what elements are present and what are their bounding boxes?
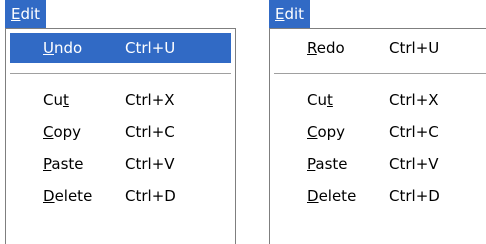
menu-item-label: Delete bbox=[307, 187, 357, 205]
edit-label-rest: dit bbox=[20, 5, 41, 23]
menu-item-paste[interactable]: Paste Ctrl+V bbox=[10, 149, 231, 179]
edit-menubar-item[interactable]: Edit bbox=[269, 0, 311, 28]
menu-item-shortcut: Ctrl+X bbox=[125, 91, 175, 109]
menu-item-shortcut: Ctrl+X bbox=[389, 91, 439, 109]
menu-item-redo[interactable]: Redo Ctrl+U bbox=[274, 33, 486, 63]
menu-item-undo[interactable]: Undo Ctrl+U bbox=[10, 33, 231, 63]
menu-item-shortcut: Ctrl+U bbox=[125, 39, 176, 57]
menu-item-cut[interactable]: Cut Ctrl+X bbox=[10, 85, 231, 115]
menu-item-shortcut: Ctrl+D bbox=[389, 187, 440, 205]
edit-label-rest: dit bbox=[284, 5, 305, 23]
menu-item-shortcut: Ctrl+C bbox=[389, 123, 439, 141]
edit-dropdown: Redo Ctrl+U Cut Ctrl+X Copy Ctrl+C Paste… bbox=[269, 28, 486, 244]
menu-item-copy[interactable]: Copy Ctrl+C bbox=[274, 117, 486, 147]
menu-item-label: Paste bbox=[307, 155, 348, 173]
menu-item-label: Redo bbox=[307, 39, 345, 57]
edit-dropdown: Undo Ctrl+U Cut Ctrl+X Copy Ctrl+C Paste… bbox=[5, 28, 236, 244]
menu-item-cut[interactable]: Cut Ctrl+X bbox=[274, 85, 486, 115]
menu-item-shortcut: Ctrl+D bbox=[125, 187, 176, 205]
menu-separator bbox=[274, 73, 486, 75]
menu-item-paste[interactable]: Paste Ctrl+V bbox=[274, 149, 486, 179]
edit-menubar-item[interactable]: Edit bbox=[5, 0, 47, 28]
menu-item-label: Copy bbox=[43, 123, 82, 141]
menu-item-shortcut: Ctrl+C bbox=[125, 123, 175, 141]
edit-menu-left: Edit Undo Ctrl+U Cut Ctrl+X Copy Ctrl+C … bbox=[5, 0, 236, 244]
menu-item-label: Copy bbox=[307, 123, 346, 141]
edit-menu-right: Edit Redo Ctrl+U Cut Ctrl+X Copy Ctrl+C … bbox=[269, 0, 486, 244]
menu-item-copy[interactable]: Copy Ctrl+C bbox=[10, 117, 231, 147]
menu-item-label: Paste bbox=[43, 155, 84, 173]
menu-item-shortcut: Ctrl+V bbox=[389, 155, 439, 173]
menu-separator bbox=[10, 73, 231, 75]
menu-item-delete[interactable]: Delete Ctrl+D bbox=[274, 181, 486, 211]
menu-item-label: Cut bbox=[43, 91, 69, 109]
menu-item-shortcut: Ctrl+V bbox=[125, 155, 175, 173]
menu-item-label: Delete bbox=[43, 187, 93, 205]
menu-item-delete[interactable]: Delete Ctrl+D bbox=[10, 181, 231, 211]
menu-item-shortcut: Ctrl+U bbox=[389, 39, 440, 57]
menu-item-label: Cut bbox=[307, 91, 333, 109]
menu-item-label: Undo bbox=[43, 39, 83, 57]
